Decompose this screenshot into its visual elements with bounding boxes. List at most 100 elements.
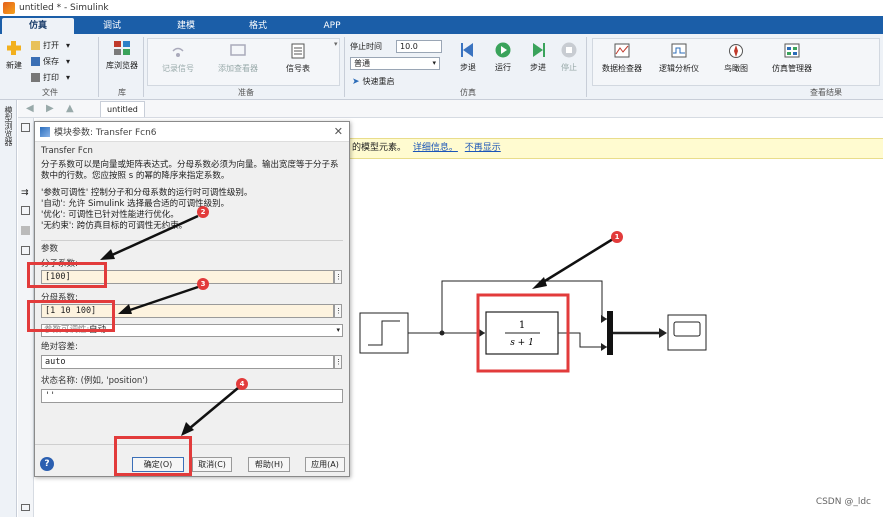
open-button[interactable]: 打开 ▾ [31, 40, 70, 51]
log-signals-label: 记录信号 [162, 64, 194, 73]
more-options-icon[interactable]: ⋮ [334, 304, 342, 318]
abs-tolerance-input[interactable]: auto ⋮ [41, 355, 342, 369]
print-icon [31, 73, 40, 82]
tf-numerator: 1 [519, 320, 525, 331]
tab-format[interactable]: 格式 [222, 18, 294, 34]
save-label: 保存 [43, 57, 59, 66]
scope-block[interactable] [667, 314, 707, 351]
model-doc-tab[interactable]: untitled [100, 101, 145, 117]
fast-restart-label: 快速重启 [362, 77, 395, 86]
image-icon[interactable] [21, 206, 30, 215]
close-icon[interactable]: ✕ [334, 125, 343, 138]
highlight-box-denominator [27, 300, 115, 332]
description-line: '参数可调性' 控制分子和分母系数的运行时可调性级别。 [41, 188, 253, 198]
data-inspector-button[interactable]: 数据检查器 [602, 43, 642, 74]
arrowhead [601, 315, 607, 323]
folder-icon [31, 41, 40, 50]
separator [98, 37, 99, 97]
annotation-badge-4: 4 [236, 378, 248, 390]
print-button[interactable]: 打印 ▾ [31, 72, 70, 83]
stop-time-input[interactable]: 10.0 [396, 40, 442, 53]
transfer-fcn-block[interactable]: 1 s + 1 [485, 311, 559, 355]
log-signals-button[interactable]: 记录信号 [155, 43, 201, 74]
tab-modeling[interactable]: 建模 [150, 18, 222, 34]
library-browser-button[interactable]: 库浏览器 [104, 40, 140, 71]
block-type-label: Transfer Fcn [41, 146, 93, 156]
help-icon[interactable]: ? [40, 457, 54, 471]
forward-arrow-icon[interactable]: ▶ [46, 104, 56, 114]
state-name-value: '' [45, 391, 56, 401]
run-button[interactable]: 运行 [490, 42, 516, 73]
new-label: 新建 [6, 61, 22, 70]
description-line: 分子系数可以是向量或矩阵表达式。分母系数必须为向量。输出宽度等于分子系数中的行数… [41, 160, 339, 181]
zoom-fit-icon[interactable] [21, 123, 30, 132]
gallery-scroll-icon[interactable]: ▾ [334, 40, 338, 48]
library-icon [114, 41, 130, 55]
more-options-icon[interactable]: ⋮ [334, 355, 342, 369]
signal-line[interactable] [558, 332, 607, 348]
arrowhead [659, 328, 667, 338]
prepare-group-label: 准备 [238, 88, 254, 97]
step-forward-button[interactable]: 步进 [525, 42, 551, 73]
block-description: 分子系数可以是向量或矩阵表达式。分母系数必须为向量。输出宽度等于分子系数中的行数… [41, 160, 343, 232]
area-icon[interactable] [21, 226, 30, 235]
chevron-down-icon: ▾ [432, 59, 436, 67]
save-button[interactable]: 保存 ▾ [31, 56, 70, 67]
dialog-title: 模块参数: Transfer Fcn6 [54, 128, 157, 138]
signal-table-button[interactable]: 信号表 [278, 43, 318, 74]
state-name-input[interactable]: '' [41, 389, 343, 403]
apply-button[interactable]: 应用(A) [305, 457, 345, 472]
back-arrow-icon[interactable]: ◀ [26, 104, 36, 114]
up-arrow-icon[interactable]: ▲ [66, 104, 76, 114]
stop-icon [561, 42, 577, 58]
step-forward-icon [533, 43, 545, 57]
annotation-icon[interactable] [21, 246, 30, 255]
arrow-icon[interactable]: ⇉ [21, 188, 29, 198]
tab-apps[interactable]: APP [296, 18, 368, 34]
abs-tolerance-value: auto [45, 357, 66, 367]
simulation-mode-select[interactable]: 普通 ▾ [350, 57, 440, 70]
dialog-title-bar: 模块参数: Transfer Fcn6 [35, 122, 349, 142]
tab-debug[interactable]: 调试 [76, 18, 148, 34]
separator [143, 37, 144, 97]
window-title: untitled * - Simulink [19, 3, 109, 13]
watermark: CSDN @_ldc [815, 497, 871, 507]
stop-button[interactable]: 停止 [556, 42, 582, 73]
sim-manager-icon [784, 43, 800, 58]
sim-manager-label: 仿真管理器 [772, 64, 812, 73]
step-block[interactable] [359, 312, 409, 354]
step-back-label: 步退 [460, 63, 476, 72]
stop-label: 停止 [561, 63, 577, 72]
dialog-app-icon [40, 126, 50, 137]
separator [586, 37, 587, 97]
step-back-button[interactable]: 步退 [455, 42, 481, 73]
model-browser-label: 模型浏览器 [4, 106, 13, 146]
arrowhead [532, 277, 547, 289]
add-viewer-button[interactable]: 添加查看器 [212, 43, 264, 74]
wifi-signal-icon [172, 47, 184, 57]
model-browser-sidebar[interactable]: 模型浏览器 [0, 100, 17, 517]
logic-analyzer-button[interactable]: 逻辑分析仪 [654, 43, 704, 74]
title-bar: untitled * - Simulink [0, 0, 883, 16]
tab-simulation[interactable]: 仿真 [2, 18, 74, 34]
logic-analyzer-label: 逻辑分析仪 [659, 64, 699, 73]
logic-analyzer-icon [671, 43, 687, 58]
fast-restart-button[interactable]: ➤ 快速重启 [352, 76, 395, 87]
data-inspector-label: 数据检查器 [602, 64, 642, 73]
help-button[interactable]: 帮助(H) [248, 457, 290, 472]
new-button[interactable]: 新建 [3, 40, 25, 71]
camera-icon[interactable] [21, 504, 30, 511]
birds-eye-button[interactable]: 鸟瞰图 [718, 43, 754, 74]
description-line: '无约束': 跨仿真目标的可调性无约束。 [41, 221, 188, 231]
simulate-group-label: 仿真 [460, 88, 476, 97]
data-inspector-icon [614, 43, 630, 58]
signal-table-label: 信号表 [286, 64, 310, 73]
more-options-icon[interactable]: ⋮ [334, 270, 342, 284]
mux-block[interactable] [607, 311, 613, 355]
description-line: '优化': 可调性已针对性能进行优化。 [41, 210, 179, 220]
new-icon [7, 41, 21, 55]
simulation-manager-button[interactable]: 仿真管理器 [772, 43, 812, 74]
library-browser-label: 库浏览器 [106, 61, 138, 70]
separator [344, 37, 345, 97]
cancel-button[interactable]: 取消(C) [192, 457, 232, 472]
